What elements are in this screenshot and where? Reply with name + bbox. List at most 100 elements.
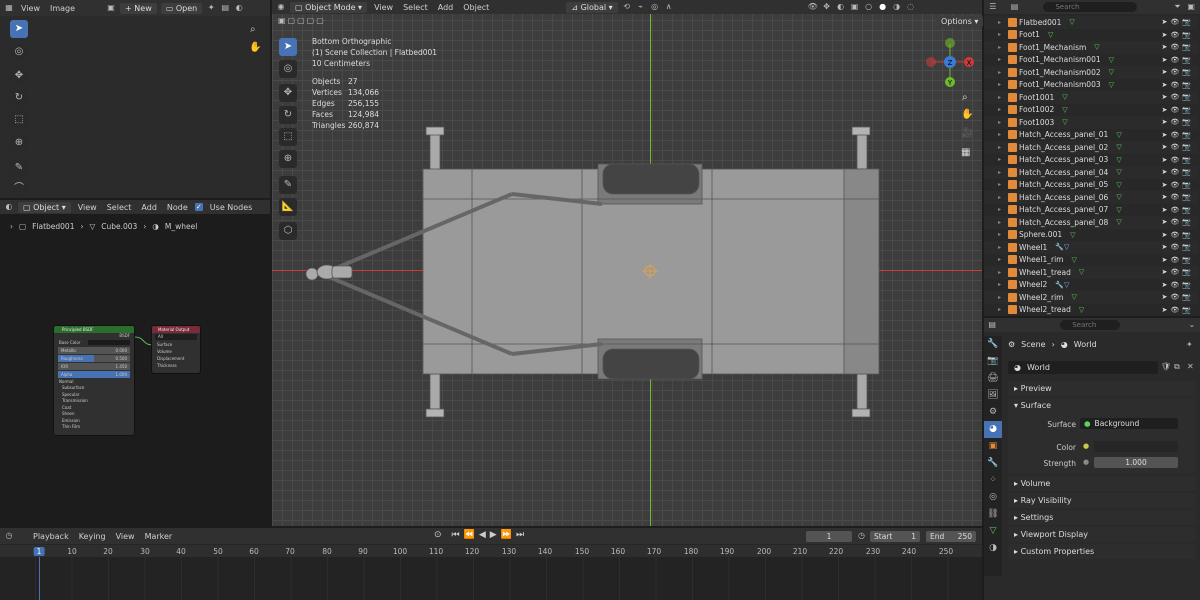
visibility-icons[interactable]: ➤👁📷 — [1162, 206, 1194, 214]
visibility-icons[interactable]: ➤👁📷 — [1162, 143, 1194, 151]
expand-icon[interactable]: ▸ — [998, 144, 1006, 151]
expand-icon[interactable]: ▸ — [998, 131, 1006, 138]
fake-user-icon[interactable]: 🛡 — [1161, 362, 1171, 371]
expand-icon[interactable]: ▸ — [998, 44, 1006, 51]
playhead[interactable] — [39, 557, 40, 600]
shading-wire-icon[interactable]: ○ — [864, 2, 874, 12]
visibility-icons[interactable]: ➤👁📷 — [1162, 281, 1194, 289]
jump-start-icon[interactable]: ⏮ — [452, 530, 460, 540]
visibility-icons[interactable]: ➤👁📷 — [1162, 293, 1194, 301]
editor-type-icon[interactable]: ☰ — [988, 2, 998, 12]
object-tab-icon[interactable]: ▣ — [984, 438, 1002, 455]
editor-type-icon[interactable]: ▤ — [988, 320, 996, 330]
scene-tab-icon[interactable]: ⚙ — [984, 404, 1002, 421]
editor-type-icon[interactable]: ◷ — [4, 531, 14, 541]
snap-icon[interactable]: ⌁ — [636, 2, 646, 12]
visibility-icons[interactable]: ➤👁📷 — [1162, 56, 1194, 64]
proportional-icon[interactable]: ◎ — [650, 2, 660, 12]
expand-icon[interactable]: ▸ — [998, 306, 1006, 313]
outliner-item[interactable]: ▸ Wheel1 🔧▽ ➤👁📷 — [984, 241, 1198, 254]
visibility-icons[interactable]: ➤👁📷 — [1162, 181, 1194, 189]
expand-icon[interactable]: ▸ — [998, 294, 1006, 301]
visibility-icons[interactable]: ➤👁📷 — [1162, 118, 1194, 126]
menu-view[interactable]: View — [371, 3, 396, 12]
visibility-icons[interactable]: ➤👁📷 — [1162, 93, 1194, 101]
transform-orientation-dropdown[interactable]: ⊿ Global ▾ — [566, 1, 618, 13]
shading-material-icon[interactable]: ◑ — [892, 2, 902, 12]
preview-section[interactable]: ▸ Preview — [1008, 381, 1196, 396]
shading-solid-icon[interactable]: ● — [878, 2, 888, 12]
menu-object[interactable]: Object — [460, 3, 492, 12]
unlink-icon[interactable]: ✕ — [1187, 362, 1194, 371]
outliner-item[interactable]: ▸ Foot1_Mechanism ▽ ➤👁📷 — [984, 41, 1198, 54]
particles-tab-icon[interactable]: ⁘ — [984, 472, 1002, 489]
visibility-icons[interactable]: ➤👁📷 — [1162, 156, 1194, 164]
tool-tab-icon[interactable]: 🔧 — [984, 336, 1002, 353]
outliner-item[interactable]: ▸ Hatch_Access_panel_03 ▽ ➤👁📷 — [984, 153, 1198, 166]
material-tab-icon[interactable]: ◑ — [984, 540, 1002, 557]
jump-end-icon[interactable]: ⏭ — [516, 530, 524, 540]
outliner-item[interactable]: ▸ Foot1_Mechanism001 ▽ ➤👁📷 — [984, 53, 1198, 66]
visibility-icons[interactable]: ➤👁📷 — [1162, 168, 1194, 176]
outliner-item[interactable]: ▸ Foot1001 ▽ ➤👁📷 — [984, 91, 1198, 104]
menu-marker[interactable]: Marker — [142, 532, 176, 541]
expand-icon[interactable]: ▸ — [998, 194, 1006, 201]
expand-icon[interactable]: ▸ — [998, 156, 1006, 163]
prev-key-icon[interactable]: ⏪ — [464, 530, 475, 540]
object-mode-dropdown[interactable]: ▢ Object Mode ▾ — [290, 1, 368, 13]
data-tab-icon[interactable]: ▽ — [984, 523, 1002, 540]
visibility-icons[interactable]: ➤👁📷 — [1162, 18, 1194, 26]
outliner-item[interactable]: ▸ Wheel2_rim ▽ ➤👁📷 — [984, 291, 1198, 304]
outliner-item[interactable]: ▸ Wheel1_rim ▽ ➤👁📷 — [984, 253, 1198, 266]
view-layer-tab-icon[interactable]: 🖼 — [984, 387, 1002, 404]
duplicate-icon[interactable]: ⧉ — [1174, 362, 1180, 372]
preview-range-icon[interactable]: ◷ — [858, 531, 865, 540]
expand-icon[interactable]: ▸ — [998, 169, 1006, 176]
end-frame-field[interactable]: End 250 — [926, 531, 976, 542]
visibility-icons[interactable]: ➤👁📷 — [1162, 256, 1194, 264]
surface-section[interactable]: ▾ Surface — [1008, 398, 1196, 413]
display-mode-icon[interactable]: ▤ — [1010, 2, 1020, 12]
visibility-icons[interactable]: ➤👁📷 — [1162, 43, 1194, 51]
options-dropdown-icon[interactable]: ⌄ — [1188, 320, 1196, 330]
record-icon[interactable]: ⊙ — [434, 530, 442, 540]
outliner-item[interactable]: ▸ Hatch_Access_panel_05 ▽ ➤👁📷 — [984, 178, 1198, 191]
expand-icon[interactable]: ▸ — [998, 231, 1006, 238]
outliner-item[interactable]: ▸ Foot1_Mechanism002 ▽ ➤👁📷 — [984, 66, 1198, 79]
outliner-item[interactable]: ▸ Wheel1_tread ▽ ➤👁📷 — [984, 266, 1198, 279]
volume-section[interactable]: ▸ Volume — [1008, 476, 1196, 491]
modifier-tab-icon[interactable]: 🔧 — [984, 455, 1002, 472]
expand-icon[interactable]: ▸ — [998, 256, 1006, 263]
gizmo-toggle-icon[interactable]: ✥ — [822, 2, 832, 12]
pin-icon[interactable]: ✦ — [1186, 340, 1193, 349]
constraints-tab-icon[interactable]: ⛓ — [984, 506, 1002, 523]
outliner-item[interactable]: ▸ Hatch_Access_panel_01 ▽ ➤👁📷 — [984, 128, 1198, 141]
visibility-icons[interactable]: ➤👁📷 — [1162, 68, 1194, 76]
menu-add[interactable]: Add — [435, 3, 457, 12]
expand-icon[interactable]: ▸ — [998, 269, 1006, 276]
viewport-display-section[interactable]: ▸ Viewport Display — [1008, 527, 1196, 542]
material-output-node[interactable]: Material Output All Surface Volume Displ… — [151, 325, 201, 374]
outliner-item[interactable]: ▸ Hatch_Access_panel_06 ▽ ➤👁📷 — [984, 191, 1198, 204]
outliner-item[interactable]: ▸ Wheel2 🔧▽ ➤👁📷 — [984, 278, 1198, 291]
expand-icon[interactable]: ▸ — [998, 181, 1006, 188]
ray-visibility-section[interactable]: ▸ Ray Visibility — [1008, 493, 1196, 508]
pivot-icon[interactable]: ⟲ — [622, 2, 632, 12]
outliner-search-input[interactable]: Search — [1043, 2, 1137, 12]
next-key-icon[interactable]: ⏩ — [501, 530, 512, 540]
menu-keying[interactable]: Keying — [76, 532, 109, 541]
expand-icon[interactable]: ▸ — [998, 69, 1006, 76]
properties-search-input[interactable]: Search — [1060, 320, 1120, 330]
menu-playback[interactable]: Playback — [30, 532, 72, 541]
world-selector[interactable]: ◕ World — [1008, 361, 1158, 374]
visibility-icons[interactable]: ➤👁📷 — [1162, 231, 1194, 239]
expand-icon[interactable]: ▸ — [998, 281, 1006, 288]
start-frame-field[interactable]: Start 1 — [870, 531, 920, 542]
output-target-dropdown[interactable]: All — [155, 334, 197, 340]
expand-icon[interactable]: ▸ — [998, 119, 1006, 126]
color-swatch[interactable] — [1094, 441, 1178, 452]
physics-tab-icon[interactable]: ◎ — [984, 489, 1002, 506]
xray-icon[interactable]: ▣ — [850, 2, 860, 12]
socket-icon[interactable]: ● — [1083, 442, 1089, 450]
outliner-item[interactable]: ▸ Flatbed001 ▽ ➤👁📷 — [984, 16, 1198, 29]
